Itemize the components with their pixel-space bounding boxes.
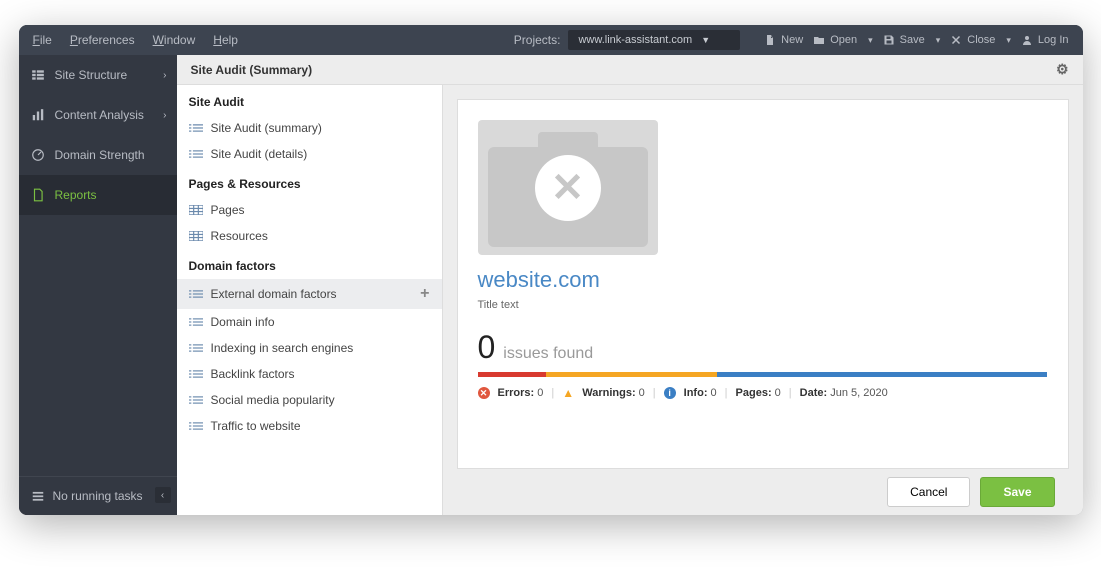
warning-icon: ▲ bbox=[562, 387, 574, 399]
categories-list: Site Audit Site Audit (summary) Site Aud… bbox=[177, 85, 443, 515]
sidebar-item-site-structure[interactable]: Site Structure › bbox=[19, 55, 177, 95]
footer: Cancel Save bbox=[457, 469, 1069, 515]
menu-preferences[interactable]: Preferences bbox=[70, 33, 135, 47]
folder-open-icon bbox=[813, 34, 825, 46]
gauge-icon bbox=[31, 148, 45, 162]
preview-panel: ✕ website.com Title text 0 issues found … bbox=[457, 99, 1069, 469]
cat-pages[interactable]: Pages bbox=[177, 197, 442, 223]
cat-backlink-factors[interactable]: Backlink factors bbox=[177, 361, 442, 387]
save-button[interactable]: Save ▾ bbox=[883, 34, 941, 46]
title-text: Title text bbox=[478, 299, 1048, 311]
main-header: Site Audit (Summary) ⚙ bbox=[177, 55, 1083, 85]
projects-label: Projects: bbox=[514, 33, 561, 47]
app-window: File Preferences Window Help Projects: w… bbox=[19, 25, 1083, 515]
list-icon bbox=[189, 317, 203, 327]
menu-file[interactable]: File bbox=[33, 33, 52, 47]
cat-social-media[interactable]: Social media popularity bbox=[177, 387, 442, 413]
sidebar-item-domain-strength[interactable]: Domain Strength bbox=[19, 135, 177, 175]
new-button[interactable]: New bbox=[764, 34, 803, 46]
save-icon bbox=[883, 34, 895, 46]
preview-wrap: ✕ website.com Title text 0 issues found … bbox=[443, 85, 1083, 515]
menu-window[interactable]: Window bbox=[153, 33, 196, 47]
issues-label: issues found bbox=[503, 345, 593, 363]
cancel-button[interactable]: Cancel bbox=[887, 477, 970, 507]
tasks-icon bbox=[31, 489, 45, 503]
group-site-audit: Site Audit bbox=[177, 85, 442, 115]
issues-bar bbox=[478, 372, 1048, 377]
chevron-right-icon: › bbox=[163, 110, 166, 121]
page-title: Site Audit (Summary) bbox=[191, 63, 313, 77]
sidebar-item-content-analysis[interactable]: Content Analysis › bbox=[19, 95, 177, 135]
site-name: website.com bbox=[478, 267, 1048, 293]
plus-icon[interactable]: + bbox=[420, 285, 429, 303]
chevron-down-icon: ▼ bbox=[701, 35, 710, 45]
chart-icon bbox=[31, 108, 45, 122]
gear-icon[interactable]: ⚙ bbox=[1056, 61, 1069, 78]
close-button[interactable]: Close ▾ bbox=[950, 34, 1011, 46]
no-image-icon: ✕ bbox=[551, 165, 585, 211]
cat-resources[interactable]: Resources bbox=[177, 223, 442, 249]
cat-external-domain-factors[interactable]: External domain factors + bbox=[177, 279, 442, 309]
cat-site-audit-details[interactable]: Site Audit (details) bbox=[177, 141, 442, 167]
tasks-status: No running tasks ‹ bbox=[19, 476, 177, 515]
chevron-down-icon: ▾ bbox=[868, 35, 873, 46]
cat-indexing[interactable]: Indexing in search engines bbox=[177, 335, 442, 361]
collapse-button[interactable]: ‹ bbox=[155, 487, 171, 503]
list-icon bbox=[189, 343, 203, 353]
sidebar-item-reports[interactable]: Reports bbox=[19, 175, 177, 215]
close-icon bbox=[950, 34, 962, 46]
file-icon bbox=[764, 34, 776, 46]
list-icon bbox=[189, 369, 203, 379]
main-panel: Site Audit (Summary) ⚙ Site Audit Site A… bbox=[177, 55, 1083, 515]
cat-site-audit-summary[interactable]: Site Audit (summary) bbox=[177, 115, 442, 141]
list-icon bbox=[189, 289, 203, 299]
list-icon bbox=[189, 149, 203, 159]
cat-domain-info[interactable]: Domain info bbox=[177, 309, 442, 335]
info-icon: i bbox=[664, 387, 676, 399]
login-button[interactable]: Log In bbox=[1021, 34, 1069, 46]
project-dropdown[interactable]: www.link-assistant.com ▼ bbox=[568, 30, 740, 50]
cat-traffic[interactable]: Traffic to website bbox=[177, 413, 442, 439]
issues-count: 0 bbox=[478, 329, 496, 366]
list-icon bbox=[189, 395, 203, 405]
list-icon bbox=[189, 123, 203, 133]
chevron-down-icon: ▾ bbox=[936, 35, 941, 46]
report-icon bbox=[31, 188, 45, 202]
chevron-down-icon: ▾ bbox=[1006, 35, 1011, 46]
user-icon bbox=[1021, 34, 1033, 46]
list-icon bbox=[189, 421, 203, 431]
site-thumbnail: ✕ bbox=[478, 120, 658, 255]
stats-row: ✕ Errors: 0 | ▲ Warnings: 0 | i Info: 0 … bbox=[478, 387, 1048, 399]
structure-icon bbox=[31, 68, 45, 82]
grid-icon bbox=[189, 205, 203, 215]
open-button[interactable]: Open ▾ bbox=[813, 34, 872, 46]
error-icon: ✕ bbox=[478, 387, 490, 399]
group-domain-factors: Domain factors bbox=[177, 249, 442, 279]
save-button[interactable]: Save bbox=[980, 477, 1054, 507]
chevron-right-icon: › bbox=[163, 70, 166, 81]
menu-help[interactable]: Help bbox=[213, 33, 238, 47]
grid-icon bbox=[189, 231, 203, 241]
sidebar: Site Structure › Content Analysis › Doma… bbox=[19, 55, 177, 515]
group-pages-resources: Pages & Resources bbox=[177, 167, 442, 197]
menubar: File Preferences Window Help Projects: w… bbox=[19, 25, 1083, 55]
